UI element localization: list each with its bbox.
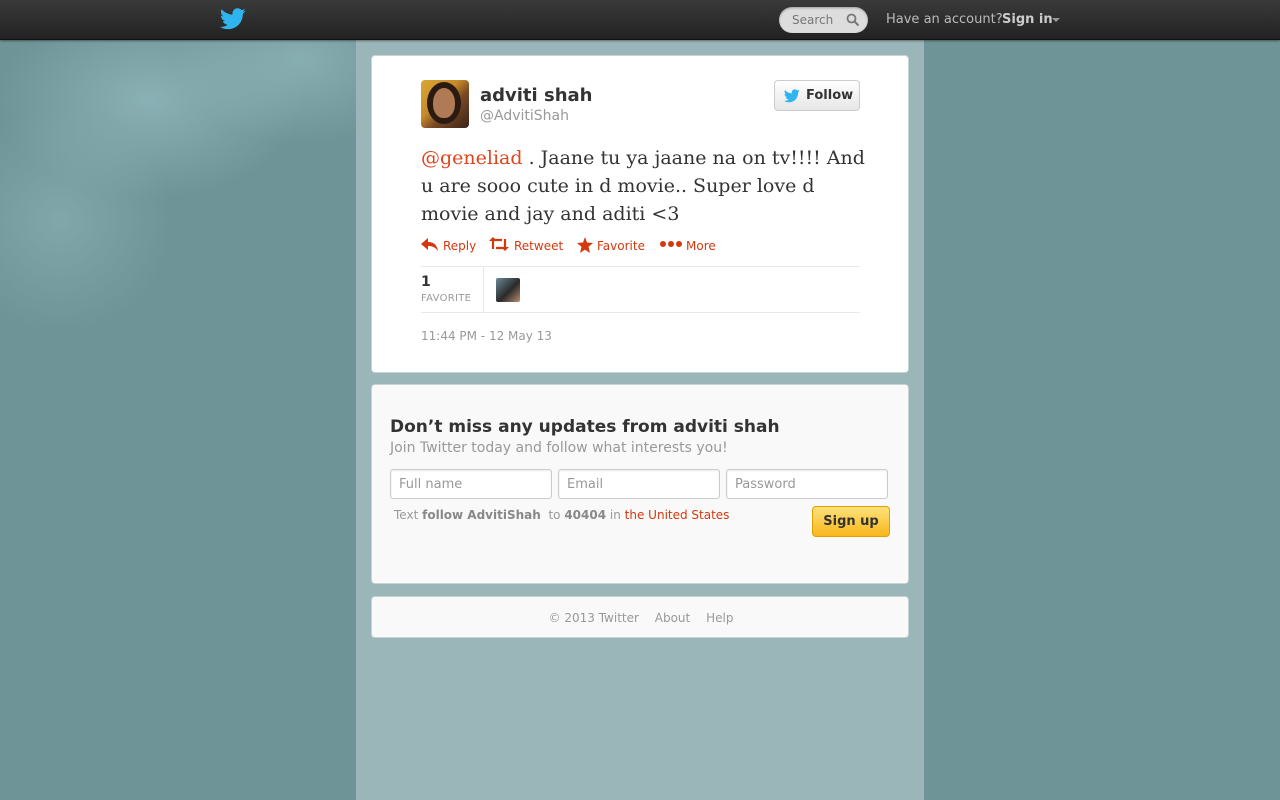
signup-subtitle: Join Twitter today and follow what inter… xyxy=(390,440,728,456)
top-bar: Have an account? Sign in xyxy=(0,0,1280,40)
reply-label: Reply xyxy=(443,239,477,253)
sms-to-label: to xyxy=(548,508,561,522)
favorite-count-label: FAVORITE xyxy=(421,293,472,304)
sms-in-label: in xyxy=(609,508,621,522)
email-field[interactable] xyxy=(558,469,720,499)
display-name[interactable]: adviti shah xyxy=(480,85,592,106)
tweet-text: @geneliad . Jaane tu ya jaane na on tv!!… xyxy=(421,144,866,228)
twitter-bird-icon xyxy=(784,89,800,103)
mention-link[interactable]: @geneliad xyxy=(421,147,523,169)
about-link[interactable]: About xyxy=(655,611,690,625)
more-icon xyxy=(660,241,682,247)
search-input[interactable] xyxy=(779,7,849,33)
reply-icon xyxy=(421,238,438,251)
retweet-icon xyxy=(489,237,509,251)
signup-title: Don’t miss any updates from adviti shah xyxy=(390,417,780,437)
more-label: More xyxy=(686,239,716,253)
follow-label: Follow xyxy=(806,88,854,103)
footer-card: © 2013 Twitter About Help xyxy=(371,596,909,638)
copyright-text: © 2013 Twitter xyxy=(548,611,639,625)
avatar[interactable] xyxy=(421,80,469,128)
help-link[interactable]: Help xyxy=(706,611,733,625)
tweet-card: adviti shah @AdvitiShah Follow @geneliad… xyxy=(371,55,909,373)
full-name-field[interactable] xyxy=(390,469,552,499)
favorite-label: Favorite xyxy=(597,239,645,253)
sign-in-link[interactable]: Sign in xyxy=(1002,12,1053,27)
country-link[interactable]: the United States xyxy=(625,508,730,522)
tweet-stats: 1 FAVORITE xyxy=(421,266,860,313)
chevron-down-icon[interactable] xyxy=(1052,18,1060,22)
twitter-bird-icon[interactable] xyxy=(220,8,246,30)
search-icon[interactable] xyxy=(846,13,860,27)
signup-button[interactable]: Sign up xyxy=(812,506,890,537)
stats-divider xyxy=(483,267,484,313)
have-account-text: Have an account? xyxy=(886,12,1003,27)
tweet-timestamp[interactable]: 11:44 PM - 12 May 13 xyxy=(421,329,552,343)
avatar-face xyxy=(433,88,455,118)
sms-instructions: Text follow AdvitiShah to 40404 in the U… xyxy=(394,508,729,522)
sms-command: follow AdvitiShah xyxy=(422,508,541,522)
sms-number: 40404 xyxy=(564,508,607,522)
signup-card: Don’t miss any updates from adviti shah … xyxy=(371,384,909,584)
footer-links: © 2013 Twitter About Help xyxy=(372,611,910,625)
search-box xyxy=(779,7,868,33)
follow-button[interactable]: Follow xyxy=(774,80,860,111)
screen-name[interactable]: @AdvitiShah xyxy=(480,108,569,124)
favorite-count[interactable]: 1 xyxy=(421,274,431,290)
password-field[interactable] xyxy=(726,469,888,499)
retweet-label: Retweet xyxy=(514,239,564,253)
sms-text-label: Text xyxy=(394,508,419,522)
favoriter-avatar[interactable] xyxy=(496,278,520,302)
star-icon xyxy=(577,237,593,253)
